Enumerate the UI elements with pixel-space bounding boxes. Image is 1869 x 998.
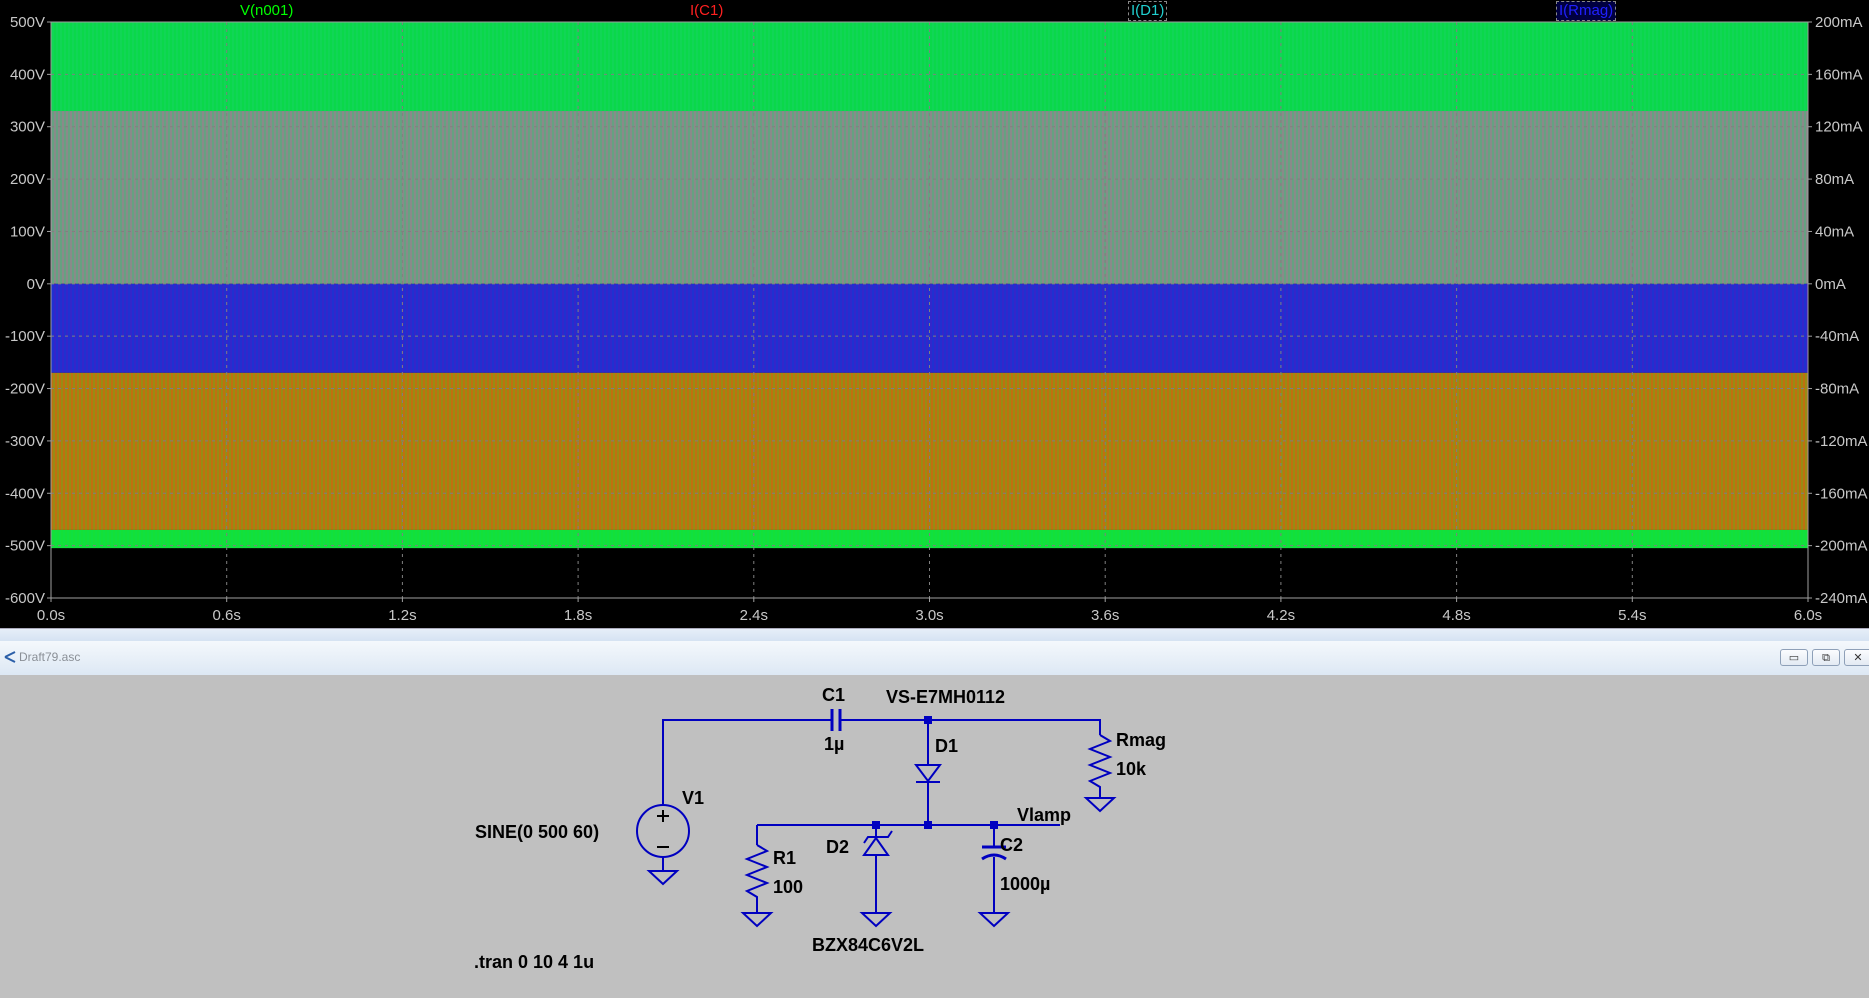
right-axis-tick-label: -160mA (1815, 485, 1868, 502)
waveform-plot-pane[interactable]: 500V 400V 300V 200V 100V 0V -100V -200V -300V -40… (0, 0, 1869, 628)
left-axis-tick-label: 200V (10, 171, 45, 188)
r1-name-label[interactable]: R1 (773, 848, 796, 869)
waveform-plot[interactable]: 500V 400V 300V 200V 100V 0V -100V -200V -300V -40… (0, 0, 1869, 628)
left-axis-tick-label: -500V (5, 538, 45, 555)
schematic-window-titlebar[interactable]: Draft79.asc ▭ ⧉ ✕ (0, 641, 1869, 676)
vlamp-net-label[interactable]: Vlamp (1017, 805, 1071, 826)
x-axis-tick-label: 4.8s (1442, 607, 1470, 624)
x-axis-tick-label: 1.8s (564, 607, 592, 624)
c2-name-label[interactable]: C2 (1000, 835, 1023, 856)
x-axis-tick-label: 0.0s (37, 607, 65, 624)
right-axis-tick-label: 40mA (1815, 223, 1854, 240)
left-axis-tick-label: 100V (10, 223, 45, 240)
c2-value-label[interactable]: 1000µ (1000, 874, 1050, 895)
x-axis-tick-label: 2.4s (740, 607, 768, 624)
rmag-ground-icon (1083, 797, 1117, 813)
x-axis-tick-label: 1.2s (388, 607, 416, 624)
junction-mid (924, 821, 932, 829)
right-axis-tick-label: 200mA (1815, 14, 1863, 31)
right-axis-tick-label: 160mA (1815, 66, 1863, 83)
c2-ground-icon (977, 912, 1011, 928)
v1-name-label[interactable]: V1 (682, 788, 704, 809)
minimize-button[interactable]: ▭ (1780, 649, 1808, 666)
right-axis-tick-label: -200mA (1815, 538, 1868, 555)
right-axis-tick-label: -120mA (1815, 433, 1868, 450)
spice-directive[interactable]: .tran 0 10 4 1u (474, 952, 594, 973)
left-axis-tick-label: 300V (10, 119, 45, 136)
x-axis-tick-label: 3.6s (1091, 607, 1119, 624)
trace-label-ic1[interactable]: I(C1) (690, 2, 723, 20)
r1-resistor-icon (744, 844, 770, 913)
junction-c2 (990, 821, 998, 829)
left-axis-tick-label: 500V (10, 14, 45, 31)
d2-zener-icon (862, 836, 890, 856)
right-axis-tick-label: -80mA (1815, 381, 1859, 398)
schematic-drawing (636, 709, 1117, 928)
r1-ground-icon (740, 912, 774, 928)
d1-name-label[interactable]: D1 (935, 736, 958, 757)
r1-value-label[interactable]: 100 (773, 877, 803, 898)
c1-name-label[interactable]: C1 (822, 685, 845, 706)
d1-diode-icon (914, 764, 942, 783)
x-axis-tick-label: 0.6s (213, 607, 241, 624)
trace-label-irmag[interactable]: I(Rmag) (1556, 1, 1617, 21)
wire-top-right (840, 719, 1101, 735)
d1-model-label[interactable]: VS-E7MH0112 (886, 687, 1005, 708)
v1-ground-icon (646, 870, 680, 886)
left-axis-tick-label: -300V (5, 433, 45, 450)
right-axis-tick-label: 0mA (1815, 276, 1846, 293)
d2-model-label[interactable]: BZX84C6V2L (812, 935, 924, 956)
x-axis-tick-label: 4.2s (1267, 607, 1295, 624)
rmag-resistor-icon (1087, 734, 1113, 798)
c1-value-label[interactable]: 1µ (824, 734, 844, 755)
x-axis-tick-label: 3.0s (915, 607, 943, 624)
junction-top (924, 716, 932, 724)
v1-value-label[interactable]: SINE(0 500 60) (475, 822, 599, 843)
left-axis-tick-label: -100V (5, 328, 45, 345)
rmag-value-label[interactable]: 10k (1116, 759, 1146, 780)
pane-splitter[interactable] (0, 628, 1869, 642)
d2-ground-icon (859, 912, 893, 928)
rmag-name-label[interactable]: Rmag (1116, 730, 1166, 751)
right-axis-tick-label: 120mA (1815, 119, 1863, 136)
x-axis-tick-label: 5.4s (1618, 607, 1646, 624)
right-axis-tick-label: -240mA (1815, 590, 1868, 607)
trace-label-id1[interactable]: I(D1) (1128, 1, 1168, 21)
schematic-canvas[interactable]: C1 1µ VS-E7MH0112 D1 Rmag 10k V1 SINE(0 … (0, 675, 1869, 998)
left-axis-tick-label: -200V (5, 381, 45, 398)
d2-name-label[interactable]: D2 (826, 837, 849, 858)
left-axis-tick-label: 0V (27, 276, 45, 293)
ltspice-app-icon (4, 651, 16, 663)
left-axis-tick-label: -600V (5, 590, 45, 607)
right-axis-tick-label: 80mA (1815, 171, 1854, 188)
right-axis-tick-label: -40mA (1815, 328, 1859, 345)
trace-label-vn001[interactable]: V(n001) (240, 2, 293, 20)
close-button[interactable]: ✕ (1844, 649, 1869, 666)
left-axis-tick-label: 400V (10, 66, 45, 83)
junction-d2 (872, 821, 880, 829)
schematic-window-title: Draft79.asc (19, 650, 81, 664)
x-axis-tick-label: 6.0s (1794, 607, 1822, 624)
left-axis-tick-label: -400V (5, 485, 45, 502)
restore-button[interactable]: ⧉ (1812, 649, 1840, 666)
